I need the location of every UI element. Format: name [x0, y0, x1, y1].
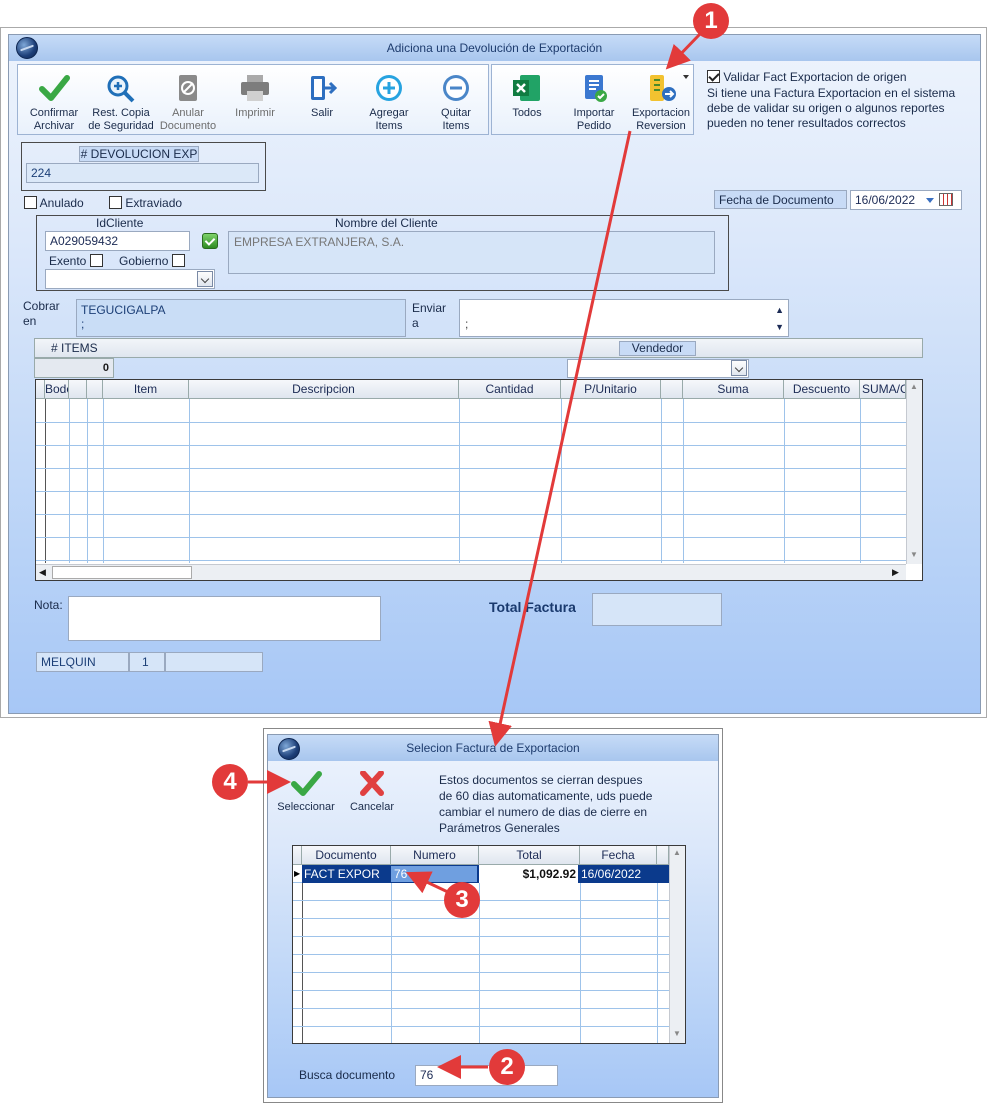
step-marker-3: 3 — [444, 882, 480, 918]
step-marker-2: 2 — [489, 1049, 525, 1085]
step-marker-4: 4 — [212, 764, 248, 800]
step-marker-1: 1 — [693, 3, 729, 39]
annotation-arrows — [248, 32, 702, 1079]
